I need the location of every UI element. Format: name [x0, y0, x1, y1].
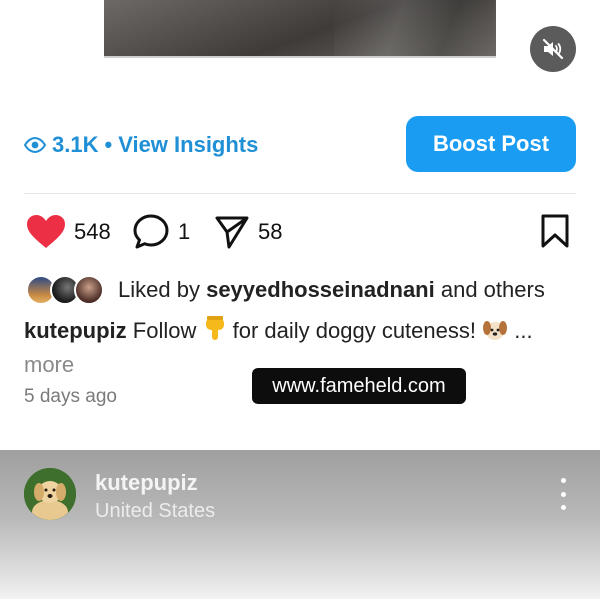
avatar[interactable]	[24, 468, 76, 520]
liked-by-text: Liked by seyyedhosseinadnani and others	[118, 277, 545, 303]
bookmark-icon	[541, 214, 569, 248]
next-post-username[interactable]: kutepupiz	[95, 470, 198, 496]
more-link[interactable]: more	[24, 352, 74, 377]
caption-text-before: Follow	[132, 318, 197, 343]
divider	[24, 193, 576, 194]
eye-icon	[24, 137, 46, 153]
post-timestamp: 5 days ago	[24, 386, 117, 407]
caption-username[interactable]: kutepupiz	[24, 318, 127, 343]
liked-by-row[interactable]: Liked by seyyedhosseinadnani and others	[26, 272, 545, 308]
share-count: 58	[258, 219, 283, 244]
post-actions: 548 1 58	[26, 212, 574, 252]
post-video[interactable]	[104, 0, 496, 58]
liker-avatars	[26, 273, 106, 307]
view-insights-link[interactable]: 3.1K • View Insights	[24, 132, 258, 158]
comment-action[interactable]: 1	[132, 212, 190, 252]
boost-post-button[interactable]: Boost Post	[406, 116, 576, 172]
next-post-location[interactable]: United States	[95, 500, 215, 523]
mute-button[interactable]	[530, 26, 576, 72]
liked-by-suffix: and others	[440, 277, 545, 302]
insights-row: 3.1K • View Insights Boost Post	[24, 116, 576, 174]
liked-by-prefix: Liked by	[118, 277, 200, 302]
pointing-down-emoji	[203, 316, 227, 350]
heart-icon	[27, 215, 65, 248]
comment-icon	[133, 214, 169, 249]
comment-count: 1	[178, 219, 191, 244]
mute-icon	[542, 38, 564, 60]
save-button[interactable]	[540, 214, 570, 253]
caption-text-after: for daily doggy cuteness!	[232, 318, 476, 343]
dog-emoji	[482, 318, 508, 350]
share-icon	[215, 216, 249, 249]
liked-by-user[interactable]: seyyedhosseinadnani	[206, 277, 435, 302]
like-action[interactable]: 548	[26, 212, 111, 252]
share-action[interactable]: 58	[214, 212, 282, 252]
more-icon[interactable]	[552, 478, 574, 510]
watermark: www.fameheld.com	[252, 368, 466, 404]
avatar	[74, 275, 104, 305]
view-insights-label: View Insights	[118, 132, 259, 157]
media-area	[0, 0, 600, 96]
like-count: 548	[74, 219, 111, 244]
views-count: 3.1K	[52, 132, 99, 157]
separator-dot: •	[104, 132, 113, 157]
caption-ellipsis: ...	[514, 318, 533, 343]
next-post-header: kutepupiz United States	[0, 450, 600, 599]
